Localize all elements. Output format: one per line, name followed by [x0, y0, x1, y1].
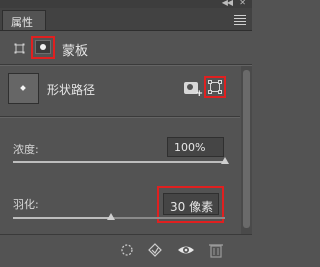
- panel-menu-icon[interactable]: [234, 13, 246, 25]
- vector-mask-icon[interactable]: [35, 40, 51, 54]
- panel-tab-bar: 属性: [0, 8, 252, 31]
- collapse-icon[interactable]: ◀◀: [222, 0, 233, 7]
- density-slider[interactable]: [13, 161, 225, 163]
- density-slider-handle[interactable]: [221, 157, 229, 164]
- feather-slider-handle[interactable]: [106, 213, 115, 220]
- scrollbar-thumb[interactable]: [243, 70, 250, 228]
- density-field[interactable]: 100%: [167, 137, 224, 157]
- pixel-mask-icon[interactable]: [14, 43, 25, 54]
- selection-from-mask-icon[interactable]: [118, 242, 136, 258]
- delete-icon[interactable]: [207, 242, 225, 258]
- feather-slider[interactable]: [13, 217, 225, 219]
- panel-top-bar: ◀◀ ✕: [0, 0, 252, 8]
- divider-light: [0, 117, 240, 118]
- tab-properties-label: 属性: [11, 16, 33, 29]
- add-pixel-mask-icon[interactable]: [184, 82, 203, 99]
- density-slider-fill: [13, 161, 225, 163]
- close-icon[interactable]: ✕: [239, 0, 246, 7]
- properties-panel: ◀◀ ✕ 属性 蒙板 形状路径 浓度: 100% 羽化: 30 像素: [0, 0, 252, 267]
- divider-light: [0, 65, 252, 66]
- visibility-icon[interactable]: [177, 242, 195, 258]
- mask-thumbnail[interactable]: [8, 73, 39, 104]
- mask-header-label: 蒙板: [62, 44, 89, 59]
- feather-label: 羽化:: [13, 198, 39, 211]
- density-label: 浓度:: [13, 143, 39, 156]
- feather-slider-fill: [13, 217, 111, 219]
- apply-mask-icon[interactable]: [146, 242, 164, 258]
- add-vector-mask-icon[interactable]: [208, 80, 222, 94]
- tab-properties[interactable]: 属性: [2, 10, 46, 30]
- mask-type-label: 形状路径: [47, 83, 96, 97]
